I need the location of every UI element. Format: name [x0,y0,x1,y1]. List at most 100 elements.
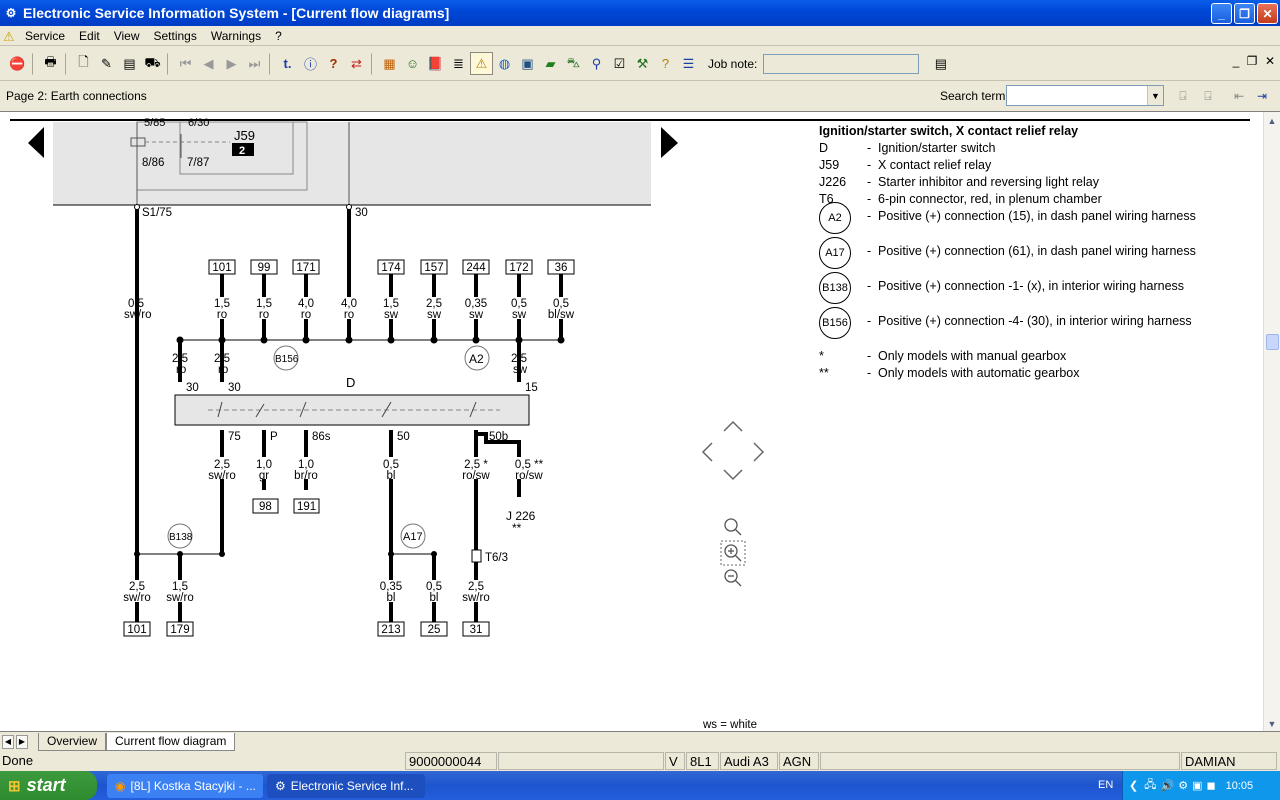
book-icon[interactable]: ▰ [539,52,562,75]
globe-icon[interactable]: ◍ [493,52,516,75]
menu-bar: ⚠ Service Edit View Settings Warnings ? … [0,26,1280,68]
next-page-icon[interactable]: ▶ [220,52,243,75]
switch-pin: 50b [489,431,508,443]
vehicle-icon[interactable]: ⛟ [141,52,164,75]
edit-document-icon[interactable]: ✎ [95,52,118,75]
menu-help[interactable]: ? [269,29,290,43]
taskbar-item-esi[interactable]: ⚙ Electronic Service Inf... [267,774,425,798]
mechanic-icon[interactable]: ☺ [401,52,424,75]
warnings-icon[interactable]: ⚠ [470,52,493,75]
search-term-input[interactable]: ▼ [1006,85,1164,106]
legend: Ignition/starter switch, X contact relie… [819,123,1196,382]
legend-text: 6-pin connector, red, in plenum chamber [878,192,1102,206]
legend-connector-icon: A2 [819,202,851,234]
menu-edit[interactable]: Edit [73,29,108,43]
volume-icon[interactable]: 🔊 [1160,779,1174,792]
relay-pin-label: 5/85 [144,117,165,129]
menu-warnings[interactable]: Warnings [205,29,269,43]
first-page-icon[interactable]: ⏮ [174,52,197,75]
wire-color: sw/ro [462,592,489,604]
scroll-thumb[interactable] [1266,334,1279,350]
menu-service[interactable]: Service [19,29,73,43]
status-bar: Done 9000000044 V 8L1 Audi A3 AGN DAMIAN [0,751,1280,771]
tab-next-icon[interactable]: ▶ [16,734,28,749]
clock: 10:05 [1225,779,1254,792]
job-note-field[interactable] [763,53,920,74]
swap-icon[interactable]: ⇄ [345,52,368,75]
wire-color: sw [384,309,399,321]
collapse-icon[interactable]: ⇤ [1228,85,1250,107]
next-page-arrow-icon[interactable] [661,127,678,158]
vertical-scrollbar[interactable]: ▲ ▼ [1263,112,1280,732]
wire-number-label: 179 [170,624,189,636]
checklist-icon[interactable]: ☑ [608,52,631,75]
document-list-icon[interactable]: ▤ [118,52,141,75]
previous-page-icon[interactable]: ◀ [197,52,220,75]
wire-color: ro [217,309,227,321]
manual-icon[interactable]: 📕 [424,52,447,75]
save-icon[interactable]: ▣ [516,52,539,75]
network-icon[interactable]: 🖧 [1144,776,1156,795]
tray-arrow-icon[interactable]: ❮ [1129,779,1138,792]
tray-app-icon[interactable]: ⚙ [1178,779,1188,792]
pan-control[interactable] [701,420,765,481]
wire-color: ro/sw [462,470,490,482]
exit-icon[interactable]: ⛔ [6,52,29,75]
terminal-label: S1/75 [142,207,172,219]
legend-text: Positive (+) connection (61), in dash pa… [878,244,1196,258]
job-note-button[interactable]: ▤ [929,52,952,75]
switch-pin: 30 [186,382,199,394]
tray-app-icon[interactable]: ◼ [1206,779,1215,792]
pan-down-icon [723,469,743,481]
start-label: start [26,775,66,795]
new-document-icon[interactable]: 🗋 [72,52,95,75]
diagnosis-icon[interactable]: ▦ [378,52,401,75]
print-icon[interactable]: 🖶 [39,52,62,75]
help-icon[interactable]: ? [322,52,345,75]
tray-app-icon[interactable]: ▣ [1192,779,1202,792]
search-forward-icon[interactable]: ⍈ [1197,85,1219,107]
legend-row: B138- Positive (+) connection -1- (x), in… [819,272,1196,313]
toolbar-separator [371,52,375,75]
task-label: [8L] Kostka Stacyjki - ... [130,779,256,793]
info-icon[interactable]: ⓘ [299,52,322,75]
legend-code: D [819,141,829,155]
minimize-button[interactable]: _ [1211,3,1232,24]
close-button[interactable]: ✕ [1257,3,1278,24]
search-back-icon[interactable]: ⍈ [1172,85,1194,107]
last-page-icon[interactable]: ⏭ [243,52,266,75]
relay-pin-label: 7/87 [187,157,209,169]
menu-settings[interactable]: Settings [148,29,205,43]
legend-text: Positive (+) connection (15), in dash pa… [878,209,1196,223]
app-icon: ⚙ [5,6,17,20]
question-doc-icon[interactable]: ? [654,52,677,75]
taskbar-item-browser[interactable]: ◉ [8L] Kostka Stacyjki - ... [107,774,263,798]
scroll-down-icon[interactable]: ▼ [1264,715,1280,732]
car-icon[interactable]: ⛍ [562,52,585,75]
wire-number-label: 36 [555,262,568,274]
pan-left-icon [701,442,713,462]
relay-pin-label: 6/30 [188,117,209,129]
language-indicator[interactable]: EN [1098,779,1113,791]
jump-icon[interactable]: t. [276,52,299,75]
previous-page-arrow-icon[interactable] [28,127,44,158]
expand-icon[interactable]: ⇥ [1251,85,1273,107]
wire-color: bl/sw [548,309,575,321]
switch-pin: 75 [228,431,241,443]
tools-icon[interactable]: ⚒ [631,52,654,75]
search-term-label: Search term: [940,89,1009,103]
search-car-icon[interactable]: ⚲ [585,52,608,75]
tab-overview[interactable]: Overview [38,732,107,751]
start-button[interactable]: ⊞ start [0,771,97,800]
maximize-button[interactable]: ❐ [1234,3,1255,24]
search-dropdown-icon[interactable]: ▼ [1147,86,1163,105]
menu-view[interactable]: View [108,29,148,43]
lines-icon[interactable]: ☰ [677,52,700,75]
scroll-up-icon[interactable]: ▲ [1264,112,1280,129]
wire-color: bl [387,592,396,604]
tab-current-flow-diagram[interactable]: Current flow diagram [106,732,236,751]
legend-text: Starter inhibitor and reversing light re… [878,175,1099,189]
text-icon[interactable]: ≣ [447,52,470,75]
tab-prev-icon[interactable]: ◀ [2,734,14,749]
terminal-label: 30 [355,207,368,219]
